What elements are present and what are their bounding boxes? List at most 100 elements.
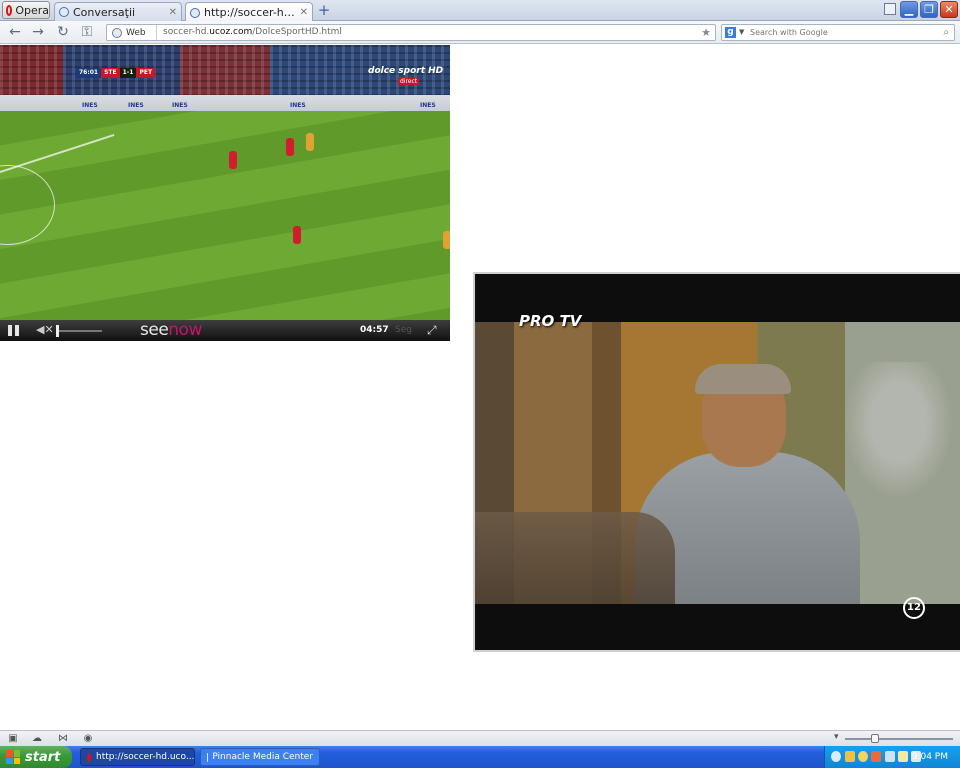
taskbar-item-label: Pinnacle Media Center (212, 752, 313, 762)
fullscreen-icon[interactable]: ⤢ (427, 324, 441, 337)
share-icon[interactable]: ⋈ (57, 733, 69, 744)
volume-slider[interactable] (56, 330, 102, 332)
foreground-object (475, 512, 675, 604)
url-domain: ucoz.com (209, 27, 253, 37)
web-badge[interactable]: Web (107, 25, 157, 40)
opera-logo-icon (6, 4, 13, 16)
man-cap (695, 364, 791, 394)
mute-icon[interactable]: ◀✕ (36, 323, 54, 337)
opera-menu-button[interactable]: Opera (2, 1, 50, 19)
age-rating-badge: 12 (903, 597, 925, 619)
close-icon[interactable]: ✕ (300, 7, 308, 18)
ad-text: INES (82, 102, 98, 109)
folder-icon[interactable] (845, 751, 855, 762)
browser-status-bar: ▣ ☁ ⋈ ◉ ▾ (0, 730, 960, 746)
video-frame (475, 322, 960, 604)
player-red (293, 226, 301, 244)
globe-icon (112, 27, 122, 38)
close-icon[interactable]: ✕ (169, 7, 177, 18)
google-icon[interactable]: g (725, 27, 736, 38)
reload-button[interactable]: ↻ (54, 24, 72, 40)
restore-button[interactable]: ❐ (920, 1, 938, 18)
tab-conversatii[interactable]: Conversaţii ✕ (54, 2, 182, 21)
panel-toggle-icon[interactable]: ▣ (7, 733, 19, 744)
chevron-down-icon[interactable]: ▼ (739, 25, 744, 40)
taskbar-item-opera[interactable]: http://soccer-hd.uco... (80, 748, 195, 766)
warning-icon[interactable] (898, 751, 908, 762)
forward-button[interactable]: → (29, 24, 47, 40)
chat-icon (59, 7, 69, 17)
system-tray: 9:04 PM (824, 746, 960, 768)
zoom-out-icon[interactable]: ▾ (834, 732, 839, 742)
messenger-icon[interactable] (858, 751, 868, 762)
new-tab-button[interactable]: + (317, 1, 331, 19)
player-yellow (306, 133, 314, 151)
forward-arrow-icon: → (32, 24, 44, 40)
ad-text: INES (172, 102, 188, 109)
start-button[interactable]: start (0, 746, 72, 768)
background-crosses (835, 362, 960, 512)
brand-see: see (140, 320, 169, 340)
search-icon[interactable]: ⌕ (943, 25, 949, 40)
web-badge-label: Web (126, 27, 146, 38)
network-icon[interactable] (885, 751, 895, 762)
search-box[interactable]: g ▼ ⌕ (721, 24, 955, 41)
football-pitch (0, 111, 450, 341)
match-clock: 76:01 (76, 68, 102, 78)
page-content: INES INES INES INES INES 76:01 STE 1-1 P… (0, 45, 960, 730)
score: 1-1 (119, 68, 137, 78)
pitch-line (0, 133, 115, 173)
zoom-slider[interactable] (845, 738, 953, 740)
scoreboard: 76:01 STE 1-1 PET (76, 68, 156, 78)
tab-title: Conversaţii (73, 5, 136, 19)
url-prefix: soccer-hd. (163, 27, 210, 37)
navigation-bar: ← → ↻ ⚿ Web soccer-hd.ucoz.com/DolceSpor… (0, 21, 960, 44)
system-clock: 9:04 PM (911, 752, 948, 762)
search-input[interactable] (750, 26, 930, 39)
volume-knob[interactable] (56, 325, 59, 337)
start-label: start (25, 749, 61, 765)
plus-icon: + (317, 1, 331, 19)
video-player-soccer[interactable]: INES INES INES INES INES 76:01 STE 1-1 P… (0, 45, 450, 341)
zoom-knob[interactable] (871, 734, 879, 743)
key-button[interactable]: ⚿ (78, 24, 96, 40)
opera-menu-label: Opera (15, 3, 49, 17)
antivirus-icon[interactable] (871, 751, 881, 762)
url-text[interactable]: soccer-hd.ucoz.com/DolceSportHD.html (163, 26, 342, 39)
player-red (229, 151, 237, 169)
cloud-icon[interactable]: ☁ (31, 733, 43, 744)
ad-text: INES (420, 102, 436, 109)
taskbar-item-label: http://soccer-hd.uco... (96, 752, 195, 762)
windows-flag-icon (6, 750, 20, 764)
tab-panel-icon[interactable] (884, 3, 896, 15)
seg-label: Seg (395, 325, 412, 335)
key-icon: ⚿ (81, 24, 93, 40)
windows-taskbar: start http://soccer-hd.uco... Pinnacle M… (0, 746, 960, 768)
player-yellow (443, 231, 450, 249)
home-team: STE (101, 68, 120, 78)
brand-now: now (168, 320, 202, 340)
video-player-protv[interactable]: PRO TV 12 (473, 272, 960, 652)
address-field[interactable]: Web soccer-hd.ucoz.com/DolceSportHD.html… (106, 24, 716, 41)
speed-dial-icon[interactable]: ◉ (82, 733, 94, 744)
away-team: PET (136, 68, 156, 78)
direct-badge: direct (398, 78, 420, 85)
tab-soccer-hd[interactable]: http://soccer-hd.ucoz.co... ✕ (185, 2, 313, 22)
back-button[interactable]: ← (6, 24, 24, 40)
close-window-button[interactable]: ✕ (940, 1, 958, 18)
bookmark-star-icon[interactable]: ★ (701, 25, 711, 40)
url-path: /DolceSportHD.html (252, 27, 342, 37)
player-red (286, 138, 294, 156)
expand-tray-icon[interactable] (831, 751, 841, 762)
tab-bar: Opera Conversaţii ✕ http://soccer-hd.uco… (0, 0, 960, 22)
ad-text: INES (290, 102, 306, 109)
minimize-button[interactable]: ▁ (900, 1, 918, 18)
globe-icon (190, 7, 200, 18)
pause-button[interactable] (8, 325, 19, 336)
window-controls: ▁ ❐ ✕ (900, 1, 958, 18)
player-controls: ◀✕ seenow 04:57 Seg ⤢ (0, 320, 450, 341)
taskbar-item-pinnacle[interactable]: Pinnacle Media Center (200, 748, 320, 766)
protv-logo: PRO TV (519, 312, 582, 330)
opera-icon (87, 752, 91, 762)
playback-time: 04:57 (360, 325, 389, 335)
